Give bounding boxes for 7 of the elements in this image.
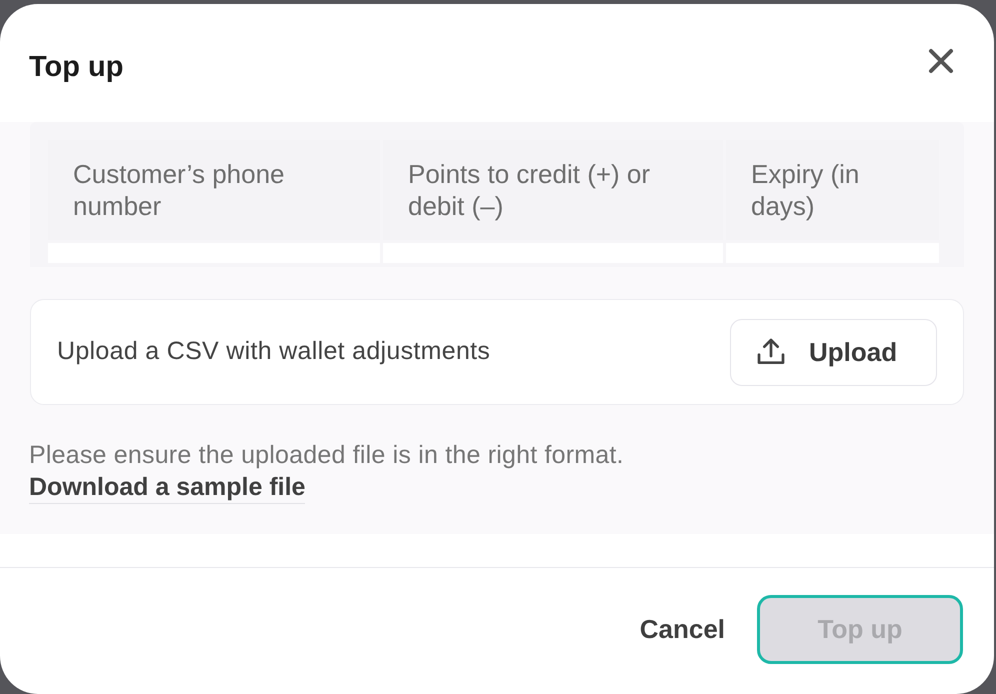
download-sample-link[interactable]: Download a sample file [29, 471, 306, 504]
upload-label: Upload a CSV with wallet adjustments [57, 336, 490, 368]
help-text: Please ensure the uploaded file is in the right format. [29, 440, 625, 471]
dialog-title: Top up [29, 50, 124, 85]
cancel-button[interactable]: Cancel [640, 594, 725, 664]
close-icon[interactable] [926, 46, 956, 76]
upload-button[interactable]: Upload [730, 318, 937, 386]
